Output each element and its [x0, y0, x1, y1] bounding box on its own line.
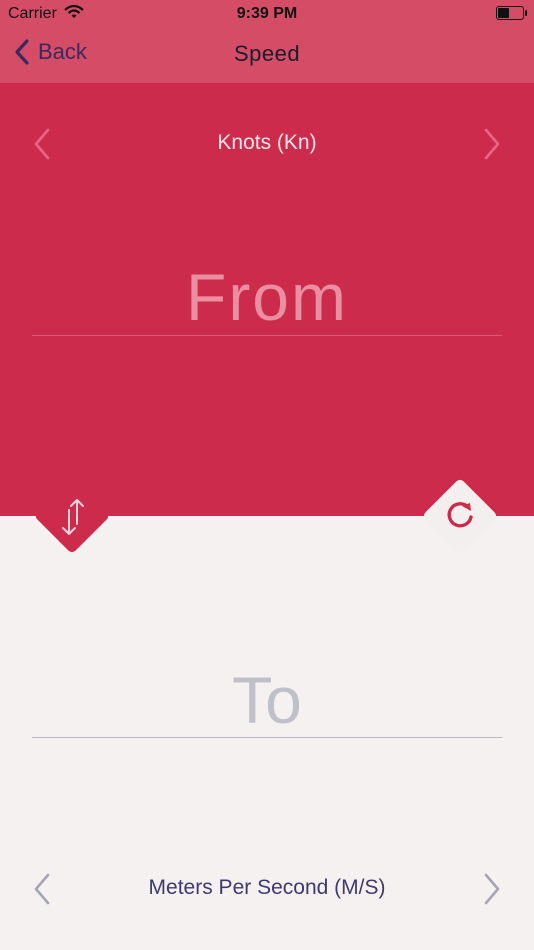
from-unit-label: Knots (Kn)	[217, 131, 317, 154]
navigation-bar: Back Speed	[0, 27, 534, 83]
from-panel: Knots (Kn) From	[0, 83, 534, 516]
to-output: To	[32, 656, 502, 738]
from-input[interactable]: From	[32, 253, 502, 336]
swap-vertical-icon	[62, 499, 84, 535]
chevron-right-icon[interactable]	[474, 872, 508, 906]
battery-icon	[496, 6, 527, 20]
to-unit-selector: Meters Per Second (M/S)	[0, 864, 534, 914]
chevron-right-icon[interactable]	[474, 127, 508, 161]
status-bar: Carrier 9:39 PM	[0, 0, 534, 27]
to-unit-label: Meters Per Second (M/S)	[148, 876, 386, 899]
reset-icon	[447, 502, 473, 528]
page-title: Speed	[233, 41, 301, 66]
from-unit-selector: Knots (Kn)	[0, 119, 534, 169]
status-time: 9:39 PM	[236, 5, 298, 22]
